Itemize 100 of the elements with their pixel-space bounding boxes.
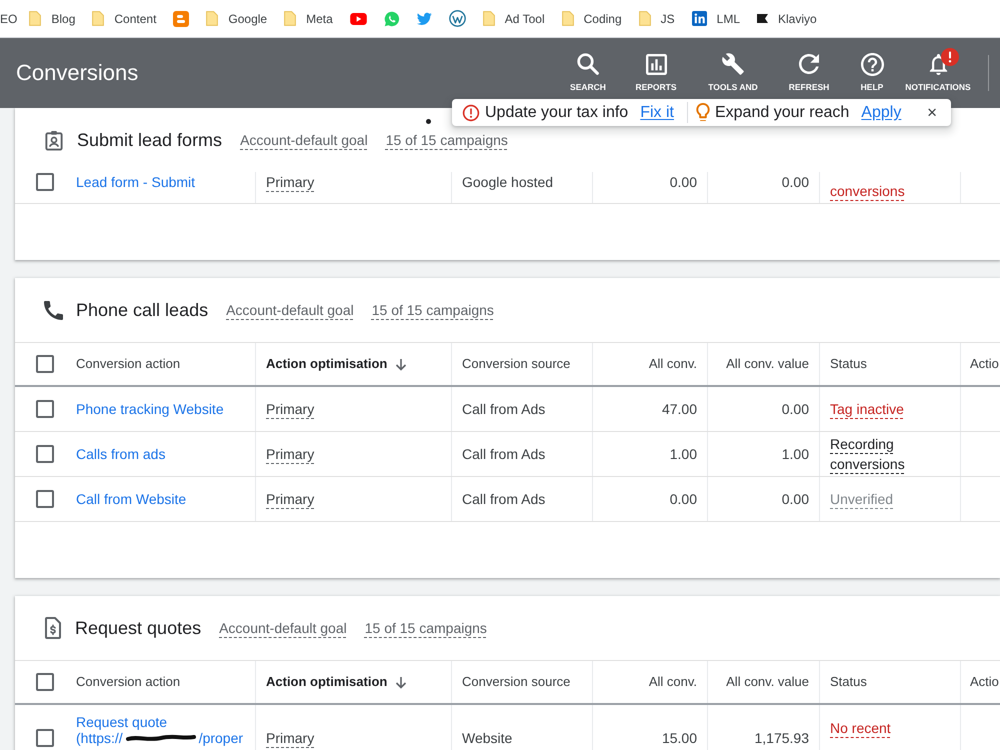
conversion-value-amount: 0.00 [782,173,809,192]
folder-icon [638,11,651,26]
goal-label[interactable]: Account-default goal [226,302,354,318]
folder-icon [206,11,218,26]
phone-icon [44,300,63,320]
optimisation-label: Primary [266,445,314,464]
bookmark-link[interactable]: JS [638,10,675,26]
error-icon [462,104,480,122]
column-header[interactable]: Actio [970,672,999,692]
section-title: Submit lead forms [77,130,222,150]
row-checkbox[interactable] [36,400,54,418]
bookmark-button[interactable] [350,12,367,24]
bookmark-link[interactable]: Coding [562,10,622,26]
campaigns-label[interactable]: 15 of 15 campaigns [364,620,487,636]
bookmark-button[interactable] [448,10,466,27]
conversion-value-amount: 1,175.93 [754,728,809,748]
optimisation-label: Primary [266,400,314,419]
goal-label[interactable]: Account-default goal [219,620,347,636]
conversions-value: 1.00 [670,445,697,464]
wrench-icon [722,53,744,75]
bookmark-link[interactable]: EO [0,10,18,26]
circle-logo-icon [448,10,466,27]
bookmark-link[interactable]: LML [692,10,740,26]
notice-link[interactable]: Apply [861,104,902,122]
source-text: Google hosted [462,173,554,192]
column-header[interactable]: All conv. [648,354,697,374]
conversions-value: 47.00 [662,400,697,419]
bookmark-button[interactable] [416,12,432,25]
person-badge-icon [44,130,64,150]
column-header[interactable]: Action optimisation [266,354,408,374]
row-checkbox[interactable] [36,728,54,746]
chat-bubble-icon [384,10,400,26]
flag-icon [757,14,768,23]
bookmark-link[interactable]: Content [92,10,156,26]
square-logo-icon [173,10,190,26]
column-header[interactable]: All conv. value [726,672,809,692]
column-header[interactable]: Status [830,354,867,374]
conversion-action-link[interactable]: Phone tracking Website [76,399,224,419]
notice-link[interactable]: Fix it [640,104,674,122]
tools-button[interactable]: TOOLS AND [690,38,776,96]
notice-text: Expand your reach [714,104,850,122]
optimisation-label: Primary [266,173,314,192]
column-header[interactable]: Conversion action [76,672,180,692]
column-header[interactable]: All conv. value [726,354,809,374]
conversions-value: 0.00 [670,490,697,509]
bookmark-button[interactable] [173,10,190,26]
close-button[interactable]: × [921,102,943,122]
status-label: Unverified [830,490,894,509]
square-logo-icon [692,11,707,26]
column-header[interactable]: Conversion action [76,354,180,374]
status-label: Tag inactive [830,400,904,419]
redaction-mark [126,734,196,742]
conversion-action-link[interactable]: Call from Website [76,489,186,509]
row-checkbox[interactable] [36,445,54,463]
conversion-value-amount: 0.00 [782,400,809,419]
bookmark-link[interactable]: Meta [284,10,333,26]
folder-icon [284,11,296,26]
folder-icon [29,11,42,26]
document-icon [44,617,62,639]
bookmark-link[interactable]: Klaviyo [757,10,817,26]
goal-label[interactable]: Account-default goal [240,132,368,148]
status-label: Recording conversions [830,435,906,474]
folder-icon [482,11,495,26]
column-header[interactable]: Status [830,672,867,692]
bird-icon [416,12,432,25]
notifications-button[interactable]: NOTIFICATIONS [902,38,974,96]
row-checkbox[interactable] [36,173,54,191]
lightbulb-icon [696,103,710,122]
row-checkbox[interactable] [36,490,54,508]
conversion-action-link[interactable]: Lead form - Submit [76,172,196,192]
conversion-value-amount: 0.00 [782,490,809,509]
section-title: Phone call leads [76,300,208,320]
status-label: No recent [830,719,891,738]
column-header[interactable]: All conv. [648,672,697,692]
help-icon [860,52,884,76]
source-text: Website [462,728,512,748]
search-button[interactable]: SEARCH [554,38,622,96]
folder-icon [562,11,574,26]
bar-chart-icon [646,54,666,74]
select-all-checkbox[interactable] [36,673,54,691]
refresh-icon [799,54,819,74]
play-button-icon [350,12,367,24]
select-all-checkbox[interactable] [36,355,54,373]
search-icon [577,53,599,75]
conversions-value: 0.00 [670,173,697,192]
column-header[interactable]: Conversion source [462,354,570,374]
column-header[interactable]: Actio [970,354,999,374]
conversion-action-link[interactable]: Calls from ads [76,444,166,464]
folder-icon [92,11,104,26]
campaigns-label[interactable]: 15 of 15 campaigns [386,132,508,148]
reports-button[interactable]: REPORTS [622,38,690,96]
column-header[interactable]: Conversion source [462,672,570,692]
bookmark-link[interactable]: Ad Tool [482,10,545,26]
conversion-action-link[interactable]: Request quote (https:// /proper [76,714,244,746]
column-header[interactable]: Action optimisation [266,672,408,692]
refresh-button[interactable]: REFRESH [776,38,842,96]
help-button[interactable]: HELP [842,38,902,96]
campaigns-label[interactable]: 15 of 15 campaigns [372,302,494,318]
bookmark-link[interactable]: Blog [29,10,76,26]
bookmark-link[interactable]: Google [206,10,268,26]
